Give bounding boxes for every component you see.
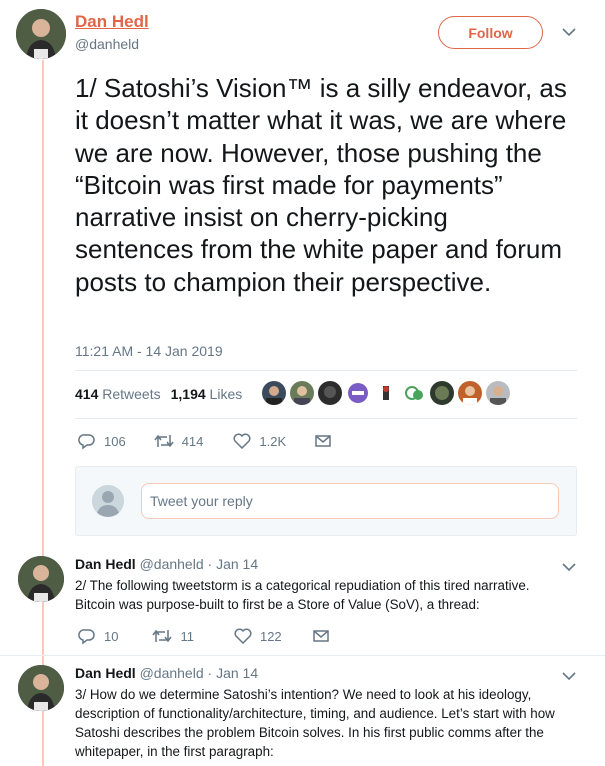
author-avatar[interactable] bbox=[16, 9, 66, 59]
reply-count: 106 bbox=[104, 433, 126, 449]
heart-icon bbox=[233, 433, 251, 449]
tweet-header: Dan Hedl @danheld · Jan 14 bbox=[75, 556, 258, 572]
chevron-down-icon[interactable] bbox=[562, 560, 576, 575]
chevron-down-icon[interactable] bbox=[562, 25, 576, 40]
reply-icon bbox=[78, 434, 95, 450]
liker-avatar[interactable] bbox=[262, 381, 286, 405]
author-avatar[interactable] bbox=[18, 556, 64, 602]
author-handle[interactable]: @danheld bbox=[75, 36, 139, 52]
follow-button[interactable]: Follow bbox=[438, 16, 543, 49]
tweet-stats: 414 Retweets 1,194 Likes bbox=[75, 386, 242, 402]
tweet-actions: 106 414 1.2K bbox=[78, 432, 332, 450]
tweet-text: 2/ The following tweetstorm is a categor… bbox=[75, 578, 530, 612]
liker-avatar[interactable] bbox=[430, 381, 454, 405]
retweet-button[interactable]: 11 bbox=[152, 628, 194, 644]
tweet-text: 1/ Satoshi’s Vision™ is a silly endeavor… bbox=[75, 73, 567, 297]
reply-count: 10 bbox=[104, 628, 119, 644]
tweet-actions: 10 11 122 bbox=[78, 627, 330, 645]
retweets-stat[interactable]: 414 Retweets bbox=[75, 386, 161, 402]
divider bbox=[75, 418, 577, 419]
author-handle[interactable]: @danheld bbox=[140, 556, 204, 572]
user-avatar bbox=[92, 485, 124, 517]
envelope-icon bbox=[312, 630, 329, 642]
author-name[interactable]: Dan Hedl bbox=[75, 556, 136, 572]
reply-input[interactable]: Tweet your reply bbox=[141, 483, 559, 519]
retweet-icon bbox=[154, 434, 174, 448]
retweet-icon bbox=[152, 629, 173, 643]
tweet-timestamp[interactable]: 11:21 AM - 14 Jan 2019 bbox=[75, 343, 223, 359]
reply-composer: Tweet your reply bbox=[75, 466, 577, 536]
author-name[interactable]: Dan Hedl bbox=[75, 12, 149, 32]
liker-avatar[interactable] bbox=[374, 381, 398, 405]
liker-avatar[interactable] bbox=[402, 381, 426, 405]
tweet-date[interactable]: · Jan 14 bbox=[208, 556, 259, 572]
like-button[interactable]: 122 bbox=[234, 628, 282, 644]
liker-avatars bbox=[262, 381, 510, 405]
liker-avatar[interactable] bbox=[346, 381, 370, 405]
like-count: 1.2K bbox=[259, 433, 287, 449]
liker-avatar[interactable] bbox=[318, 381, 342, 405]
divider bbox=[0, 655, 605, 656]
retweet-count: 414 bbox=[181, 433, 204, 449]
message-button[interactable] bbox=[314, 433, 332, 449]
author-name[interactable]: Dan Hedl bbox=[75, 665, 136, 681]
divider bbox=[75, 370, 577, 371]
author-handle[interactable]: @danheld bbox=[140, 665, 204, 681]
thread-line bbox=[42, 60, 44, 766]
liker-avatar[interactable] bbox=[486, 381, 510, 405]
reply-button[interactable]: 106 bbox=[78, 432, 126, 450]
chevron-down-icon[interactable] bbox=[562, 669, 576, 684]
author-avatar[interactable] bbox=[18, 665, 64, 711]
like-button[interactable]: 1.2K bbox=[233, 433, 286, 449]
heart-icon bbox=[234, 628, 252, 644]
tweet-date[interactable]: · Jan 14 bbox=[208, 665, 259, 681]
likes-stat[interactable]: 1,194 Likes bbox=[171, 386, 243, 402]
tweet-header: Dan Hedl @danheld · Jan 14 bbox=[75, 665, 258, 681]
tweet-text: 3/ How do we determine Satoshi’s intenti… bbox=[75, 687, 555, 759]
like-count: 122 bbox=[259, 628, 282, 644]
retweet-button[interactable]: 414 bbox=[154, 433, 204, 449]
retweet-count: 11 bbox=[180, 628, 194, 644]
reply-button[interactable]: 10 bbox=[78, 627, 118, 645]
liker-avatar[interactable] bbox=[290, 381, 314, 405]
envelope-icon bbox=[315, 435, 331, 447]
liker-avatar[interactable] bbox=[458, 381, 482, 405]
reply-icon bbox=[78, 629, 95, 645]
message-button[interactable] bbox=[312, 628, 330, 644]
